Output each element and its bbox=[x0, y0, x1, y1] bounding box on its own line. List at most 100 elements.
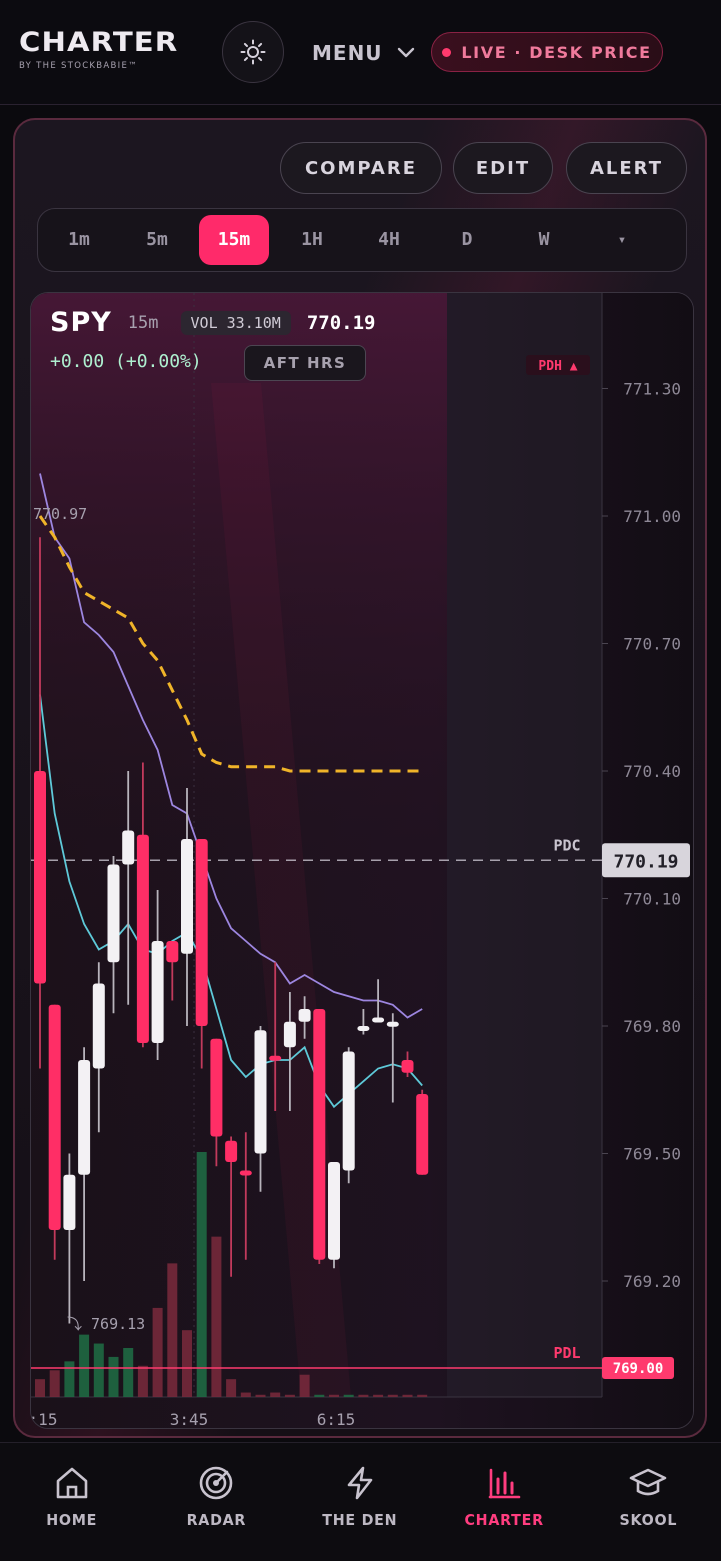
live-desk-price-badge[interactable]: LIVE · DESK PRICE bbox=[431, 32, 663, 72]
candle-body bbox=[372, 1017, 385, 1023]
volume-bar bbox=[240, 1392, 251, 1397]
home-icon bbox=[56, 1467, 88, 1499]
timeframe-15m[interactable]: 15m bbox=[199, 215, 269, 265]
volume-bar bbox=[79, 1334, 90, 1397]
price-tick-label: 769.20 bbox=[623, 1272, 681, 1291]
nav-item-home[interactable]: HOME bbox=[17, 1465, 127, 1529]
pdh-label: PDH ▲ bbox=[538, 359, 577, 374]
session-low-label: ⤵ 769.13 bbox=[67, 1315, 145, 1333]
app-header: CHARTER BY THE STOCKBABIE™ MENU LIVE · D… bbox=[0, 0, 721, 105]
nav-item-the-den[interactable]: THE DEN bbox=[305, 1465, 415, 1529]
chart-symbol-row: SPY 15m VOL 33.10M 770.19 bbox=[50, 307, 375, 338]
symbol-ticker[interactable]: SPY bbox=[50, 307, 112, 338]
candle-body bbox=[107, 864, 120, 963]
price-tick-label: 771.30 bbox=[623, 380, 681, 399]
candle-body bbox=[166, 941, 179, 963]
timeframe-more-dropdown[interactable]: ▾ bbox=[587, 215, 657, 265]
session-high-label: 770.97 bbox=[33, 505, 87, 523]
pdl-label: PDL bbox=[553, 1344, 580, 1362]
timeframe-1m[interactable]: 1m bbox=[44, 215, 114, 265]
candle-body bbox=[122, 830, 135, 865]
timeframe-1h[interactable]: 1H bbox=[277, 215, 347, 265]
candle-body bbox=[269, 1055, 282, 1061]
compare-button[interactable]: COMPARE bbox=[280, 142, 442, 194]
nav-item-radar[interactable]: RADAR bbox=[161, 1465, 271, 1529]
bottom-nav: HOME RADAR THE DEN CHARTER SKOOL bbox=[0, 1442, 721, 1561]
brand-logo[interactable]: CHARTER BY THE STOCKBABIE™ bbox=[19, 28, 177, 72]
candle-body bbox=[48, 1004, 61, 1230]
live-dot-icon bbox=[442, 47, 452, 57]
price-chart[interactable]: PDC 770.19 PDL 769.00 PDH ▲ 771.30 771.00 770.… bbox=[30, 292, 694, 1429]
pdl-price-badge-text: 769.00 bbox=[613, 1361, 664, 1377]
volume-bar bbox=[299, 1374, 310, 1397]
graduation-cap-icon bbox=[629, 1468, 667, 1496]
candle-body bbox=[416, 1094, 429, 1175]
volume-bar bbox=[270, 1392, 281, 1397]
theme-toggle-button[interactable] bbox=[222, 21, 284, 83]
candle-body bbox=[63, 1174, 76, 1230]
nav-label-charter: CHARTER bbox=[464, 1511, 544, 1529]
candle-body bbox=[239, 1170, 252, 1176]
volume-bar bbox=[373, 1394, 384, 1397]
candle-body bbox=[342, 1051, 355, 1171]
symbol-timeframe: 15m bbox=[127, 312, 159, 333]
candle-body bbox=[357, 1026, 370, 1031]
candle-body bbox=[225, 1140, 238, 1162]
volume-badge: VOL 33.10M bbox=[180, 310, 291, 335]
bar-chart-icon bbox=[488, 1468, 521, 1499]
nav-item-skool[interactable]: SKOOL bbox=[593, 1465, 703, 1529]
candle-body bbox=[34, 771, 46, 984]
volume-bar bbox=[387, 1394, 398, 1397]
alert-button[interactable]: ALERT bbox=[566, 142, 687, 194]
nav-label-skool: SKOOL bbox=[619, 1511, 677, 1529]
volume-bar bbox=[167, 1263, 178, 1397]
chart-canvas[interactable]: PDC 770.19 PDL 769.00 PDH ▲ 771.30 771.00 770.… bbox=[31, 293, 694, 1429]
price-tick-label: 771.00 bbox=[623, 507, 681, 526]
candle-body bbox=[401, 1060, 414, 1073]
volume-bar bbox=[402, 1394, 413, 1397]
volume-bar bbox=[64, 1361, 75, 1397]
live-label: LIVE · DESK PRICE bbox=[461, 42, 652, 62]
price-change: +0.00 (+0.00%) bbox=[50, 351, 202, 372]
bolt-icon bbox=[347, 1466, 373, 1500]
pdc-label: PDC bbox=[553, 836, 580, 854]
volume-bar bbox=[137, 1365, 148, 1397]
candle-body bbox=[210, 1038, 223, 1137]
candle-body bbox=[181, 839, 193, 954]
timeframe-w[interactable]: W bbox=[509, 215, 579, 265]
price-tick-label: 769.80 bbox=[623, 1017, 681, 1036]
volume-bar bbox=[226, 1379, 237, 1397]
volume-bar bbox=[152, 1307, 163, 1397]
volume-bar bbox=[108, 1356, 119, 1397]
volume-bar bbox=[358, 1394, 369, 1397]
candle-body bbox=[136, 834, 149, 1043]
time-tick-label: 6:15 bbox=[317, 1410, 356, 1429]
candle-body bbox=[254, 1030, 267, 1154]
volume-bar bbox=[284, 1394, 295, 1397]
candle-body bbox=[151, 941, 164, 1043]
edit-button[interactable]: EDIT bbox=[453, 142, 553, 194]
timeframe-d[interactable]: D bbox=[432, 215, 502, 265]
pdc-price-badge-text: 770.19 bbox=[613, 851, 678, 872]
volume-bar bbox=[123, 1348, 134, 1397]
volume-bar bbox=[417, 1394, 428, 1397]
sun-icon bbox=[240, 39, 266, 65]
timeframe-5m[interactable]: 5m bbox=[122, 215, 192, 265]
candle-body bbox=[386, 1021, 399, 1027]
price-tick-label: 770.70 bbox=[623, 635, 681, 654]
timeframe-4h[interactable]: 4H bbox=[354, 215, 424, 265]
nav-label-radar: RADAR bbox=[186, 1511, 246, 1529]
volume-bar bbox=[182, 1330, 192, 1397]
nav-label-home: HOME bbox=[46, 1511, 98, 1529]
candle-body bbox=[283, 1021, 296, 1048]
time-tick-label: :15 bbox=[31, 1410, 57, 1429]
candle-body bbox=[313, 1009, 326, 1260]
menu-button[interactable]: MENU bbox=[312, 38, 415, 68]
volume-bar bbox=[314, 1394, 325, 1397]
volume-bar bbox=[343, 1394, 354, 1397]
after-hours-toggle[interactable]: AFT HRS bbox=[244, 345, 366, 381]
volume-bar bbox=[211, 1236, 222, 1397]
volume-bar bbox=[35, 1379, 45, 1397]
timeframe-selector: 1m 5m 15m 1H 4H D W ▾ bbox=[37, 208, 687, 272]
nav-item-charter[interactable]: CHARTER bbox=[449, 1465, 559, 1529]
